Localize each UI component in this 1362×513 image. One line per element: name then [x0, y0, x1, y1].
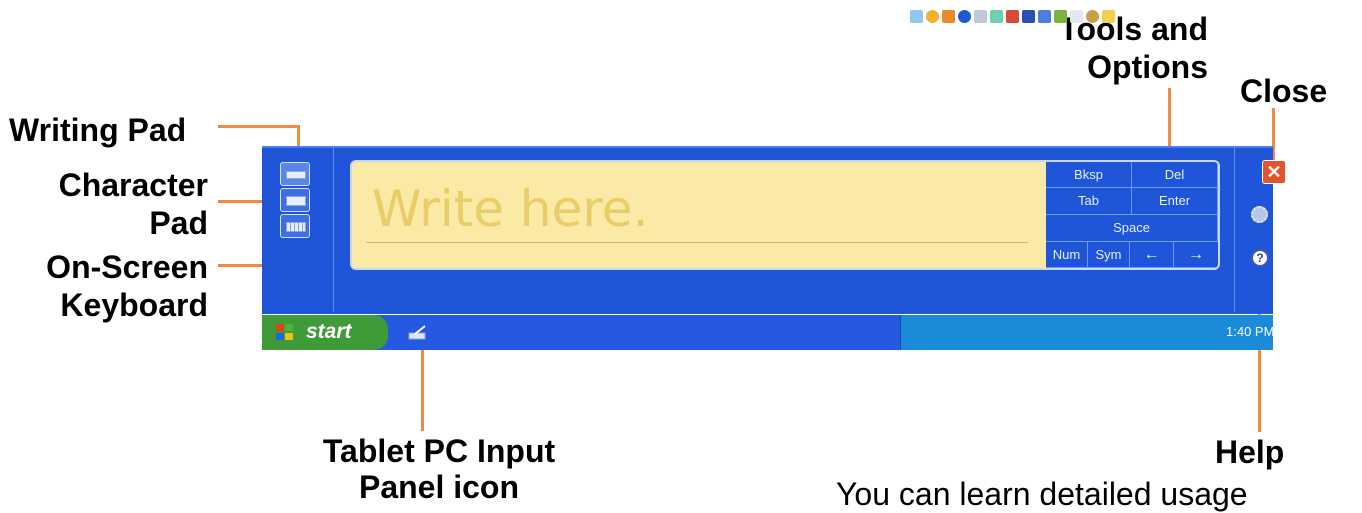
num-key[interactable]: Num [1046, 242, 1088, 268]
writing-pad-icon [286, 171, 306, 179]
callout-help: Help [1215, 434, 1285, 470]
tray-icon[interactable] [942, 10, 955, 23]
tray-icon[interactable] [1022, 10, 1035, 23]
callout-close: Close [1240, 73, 1328, 109]
write-here-placeholder: Write here. [372, 180, 649, 238]
pad-switcher [262, 146, 334, 312]
bksp-key[interactable]: Bksp [1046, 162, 1132, 188]
tray-icon[interactable] [926, 10, 939, 23]
tray-icon[interactable] [1086, 10, 1099, 23]
right-arrow-key[interactable]: → [1174, 242, 1218, 268]
quick-keys: Bksp Del Tab Enter Space Num Sym ← → [1046, 162, 1218, 268]
sym-key[interactable]: Sym [1088, 242, 1130, 268]
callout-tablet-pc-input-panel-icon: Tablet PC Input Panel icon [322, 433, 556, 505]
tray-icon[interactable] [1054, 10, 1067, 23]
help-caret-icon: ▼ [1274, 254, 1282, 263]
tray-icon[interactable] [990, 10, 1003, 23]
taskbar-clock[interactable]: 1:40 PM [1226, 324, 1274, 339]
windows-logo-icon [276, 324, 294, 341]
close-icon: ✕ [1266, 162, 1282, 182]
leader-writing-pad [218, 125, 300, 128]
writing-pad-button[interactable] [280, 162, 310, 186]
gear-icon[interactable] [1251, 206, 1268, 223]
help-icon[interactable]: ? [1251, 249, 1269, 267]
tray-icon[interactable] [1102, 10, 1115, 23]
space-key[interactable]: Space [1046, 215, 1218, 242]
close-button[interactable]: ✕ [1262, 160, 1286, 184]
writing-area[interactable]: Write here. Bksp Del Tab Enter Space Num… [350, 160, 1220, 270]
start-label: start [306, 320, 352, 343]
tools-caret-icon: ▼ [1274, 211, 1282, 220]
callout-writing-pad: Writing Pad [9, 112, 187, 148]
on-screen-keyboard-button[interactable] [280, 214, 310, 238]
tray-icon[interactable] [1038, 10, 1051, 23]
tab-key[interactable]: Tab [1046, 188, 1132, 215]
enter-key[interactable]: Enter [1132, 188, 1218, 215]
del-key[interactable]: Del [1132, 162, 1218, 188]
system-tray [900, 315, 1273, 350]
writing-baseline [366, 242, 1028, 243]
tray-icon[interactable] [1006, 10, 1019, 23]
left-arrow-key[interactable]: ← [1130, 242, 1174, 268]
body-text: You can learn detailed usage [836, 476, 1248, 512]
callout-character-pad: Character Pad [58, 167, 208, 241]
start-button[interactable]: start [262, 315, 388, 350]
tray-icon[interactable] [1070, 10, 1083, 23]
character-pad-icon [286, 196, 306, 206]
tray-icon[interactable] [910, 10, 923, 23]
character-pad-button[interactable] [280, 188, 310, 212]
leader-tablet-icon [421, 343, 424, 431]
callout-on-screen-keyboard: On-Screen Keyboard [46, 249, 208, 323]
keyboard-icon [286, 222, 306, 232]
tray-icon[interactable] [958, 10, 971, 23]
tablet-input-panel-icon[interactable] [407, 325, 429, 341]
tray-icon[interactable] [974, 10, 987, 23]
